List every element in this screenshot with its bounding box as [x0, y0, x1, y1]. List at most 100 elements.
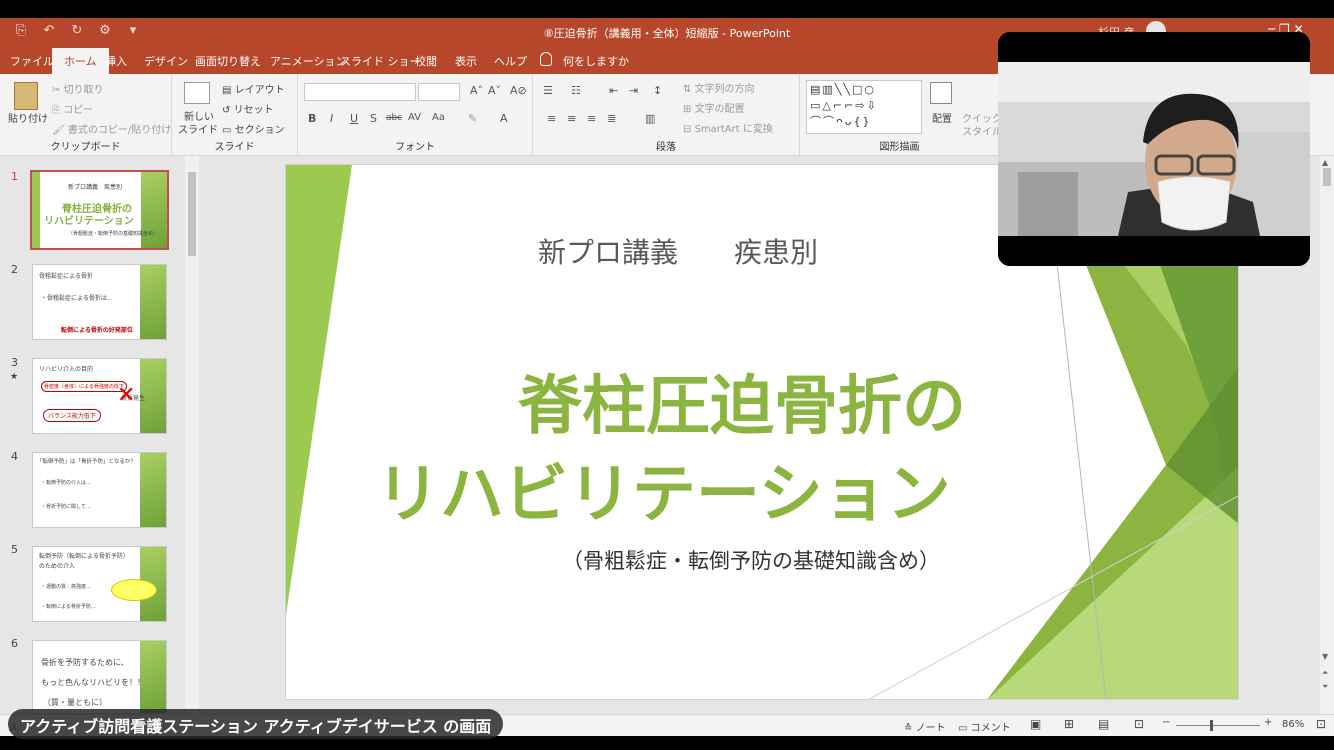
smartart-button[interactable]: ⊟ SmartArt に変換 — [683, 120, 773, 135]
screen-top-border — [0, 0, 1334, 18]
line-spacing-icon[interactable]: ↕ — [653, 84, 662, 97]
thumb-text: 新プロ講義 疾患別 — [68, 184, 123, 191]
char-spacing-button[interactable]: AV — [408, 112, 421, 123]
zoom-slider[interactable] — [1176, 725, 1260, 726]
font-color-button[interactable]: A — [500, 112, 508, 125]
bullets-icon[interactable]: ☰ — [543, 84, 553, 97]
thumb-title: リハビリテーション — [44, 216, 134, 227]
thumb-text: 骨折を予防するために、 — [41, 658, 129, 667]
fit-to-window-icon[interactable]: ⊡ — [1316, 717, 1326, 731]
thumb-text: 転倒予防（転倒による骨折予防） — [39, 553, 129, 560]
drawing-group: ▤▥╲╲□○ ▭△⌐⌐⇨⇩ ⌒⌒ᴖᴗ{} 配置 クイック スタイル 図形描画 — [800, 74, 1002, 156]
font-size-dropdown[interactable] — [418, 83, 460, 101]
slide-thumbnail-2[interactable]: 骨粗鬆症による骨折 ・骨粗鬆症による骨折は… 転倒による骨折の好発部位 — [32, 264, 167, 340]
strikethrough-button[interactable]: abc — [386, 113, 402, 123]
thumb-number: 6 — [11, 637, 18, 650]
tab-help[interactable]: ヘルプ — [494, 53, 527, 69]
thumb-number: 5 — [11, 543, 18, 556]
shapes-gallery[interactable]: ▤▥╲╲□○ ▭△⌐⌐⇨⇩ ⌒⌒ᴖᴗ{} — [806, 80, 922, 134]
format-painter-label: 書式のコピー/貼り付け — [67, 125, 172, 136]
scroll-down-icon[interactable]: ▼ — [1322, 652, 1328, 661]
tab-design[interactable]: デザイン — [144, 53, 188, 69]
section-button[interactable]: ▭ セクション — [222, 121, 285, 136]
slide-title-line1[interactable]: 脊柱圧迫骨折の — [518, 355, 966, 447]
align-right-icon[interactable]: ≡ — [587, 112, 596, 125]
thumb-text: 転倒による骨折の好発部位 — [61, 327, 133, 334]
next-slide-icon[interactable]: ⏷ — [1322, 682, 1328, 692]
slide-scroll-thumb[interactable] — [1323, 168, 1331, 186]
paste-button[interactable]: 貼り付け — [8, 110, 48, 125]
arrange-icon[interactable] — [930, 82, 952, 104]
new-slide-label-2[interactable]: スライド — [178, 121, 218, 136]
thumb-number: 1 — [11, 170, 18, 183]
columns-icon[interactable]: ▥ — [645, 112, 655, 125]
slide-subtitle-top[interactable]: 新プロ講義 疾患別 — [538, 231, 818, 271]
font-group: A˄ A˅ A⊘ B I U S abc AV Aa ✎ A フォント — [298, 74, 533, 156]
format-painter-button[interactable]: 🖌 書式のコピー/貼り付け — [52, 121, 171, 136]
thumbnail-scroll-thumb[interactable] — [188, 172, 196, 256]
text-direction-button[interactable]: ⇅ 文字列の方向 — [683, 80, 755, 95]
tab-view[interactable]: 表示 — [455, 53, 477, 69]
screen-share-banner: アクティブ訪問看護ステーション アクティブデイサービス の画面 — [8, 709, 504, 739]
slideshow-view-icon[interactable]: ⊡ — [1134, 717, 1144, 731]
shadow-button[interactable]: S — [370, 112, 377, 125]
tab-home[interactable]: ホーム — [52, 48, 109, 74]
drawing-group-label: 図形描画 — [879, 142, 920, 153]
tab-slideshow[interactable]: スライド ショー — [340, 53, 421, 69]
bold-button[interactable]: B — [308, 112, 316, 125]
italic-button[interactable]: I — [330, 112, 333, 125]
decrease-indent-icon[interactable]: ⇤ — [609, 84, 618, 97]
underline-button[interactable]: U — [350, 112, 358, 125]
quick-styles-label-2[interactable]: スタイル — [962, 123, 1002, 138]
slide-thumbnail-4[interactable]: 「転倒予防」は「骨折予防」となるか？ ・転倒予防の介入は… ・骨折予防に関して… — [32, 452, 167, 528]
normal-view-icon[interactable]: ▣ — [1030, 717, 1041, 731]
align-left-icon[interactable]: ≡ — [547, 112, 556, 125]
tell-me-search[interactable]: 何をしますか — [563, 53, 629, 69]
increase-indent-icon[interactable]: ⇥ — [629, 84, 638, 97]
slide-title-line2[interactable]: リハビリテーション — [376, 443, 951, 535]
clear-format-icon[interactable]: A⊘ — [510, 84, 527, 97]
numbering-icon[interactable]: ☷ — [571, 84, 581, 97]
cut-button[interactable]: ✂ 切り取り — [52, 81, 104, 96]
tab-file[interactable]: ファイル — [10, 53, 54, 69]
reading-view-icon[interactable]: ▤ — [1098, 717, 1109, 731]
font-family-dropdown[interactable] — [304, 83, 416, 101]
decrease-font-icon[interactable]: A˅ — [488, 84, 501, 97]
new-slide-icon[interactable] — [184, 82, 210, 104]
align-text-button[interactable]: ⊞ 文字の配置 — [683, 100, 745, 115]
paste-icon[interactable] — [14, 82, 38, 110]
tab-animations[interactable]: アニメーション — [270, 53, 347, 69]
highlight-icon[interactable]: ✎ — [468, 112, 477, 125]
arrange-button[interactable]: 配置 — [932, 110, 952, 125]
notes-button[interactable]: ≙ ノート — [904, 719, 946, 734]
slide-thumbnails-pane: 1 新プロ講義 疾患別 脊柱圧迫骨折の リハビリテーション （骨粗鬆症・転倒予防… — [0, 156, 200, 714]
slide-thumbnail-3[interactable]: リハビリ介入の目的 骨密度（身体）による骨強度の低下 バランス能力低下 骨折発生… — [32, 358, 167, 434]
zoom-level[interactable]: 86% — [1282, 719, 1304, 730]
zoom-in-button[interactable]: + — [1264, 717, 1272, 728]
slide-subtitle-bottom[interactable]: （骨粗鬆症・転倒予防の基礎知識含め） — [562, 545, 940, 575]
increase-font-icon[interactable]: A˄ — [470, 84, 483, 97]
slide-thumbnail-5[interactable]: 転倒予防（転倒による骨折予防） のための介入 ・運動の質：高強度… ・転倒による… — [32, 546, 167, 622]
change-case-button[interactable]: Aa — [432, 112, 445, 123]
reset-button[interactable]: ↺ リセット — [222, 101, 274, 116]
layout-label: レイアウト — [234, 85, 285, 96]
webcam-video[interactable] — [998, 32, 1310, 266]
tab-insert[interactable]: 挿入 — [105, 53, 127, 69]
slide-thumbnail-6[interactable]: 骨折を予防するために、 もっと色んなリハビリを！！ （質・量ともに） — [32, 640, 167, 714]
justify-icon[interactable]: ≣ — [607, 112, 616, 125]
prev-slide-icon[interactable]: ⏶ — [1322, 668, 1328, 678]
slide-sorter-icon[interactable]: ⊞ — [1064, 717, 1074, 731]
layout-button[interactable]: ▤ レイアウト — [222, 81, 285, 96]
zoom-out-button[interactable]: − — [1162, 717, 1170, 728]
slide-scrollbar[interactable]: ▲ ▼ ⏶ ⏷ — [1320, 156, 1334, 714]
comments-button[interactable]: ▭ コメント — [958, 719, 1011, 734]
scroll-up-icon[interactable]: ▲ — [1322, 158, 1328, 167]
slide-thumbnail-1[interactable]: 新プロ講義 疾患別 脊柱圧迫骨折の リハビリテーション （骨粗鬆症・転倒予防の基… — [30, 170, 169, 250]
tab-review[interactable]: 校閲 — [415, 53, 437, 69]
align-center-icon[interactable]: ≡ — [567, 112, 576, 125]
copy-button[interactable]: ⎘ コピー — [52, 101, 93, 116]
tab-transitions[interactable]: 画面切り替え — [195, 53, 261, 69]
zoom-slider-knob[interactable] — [1210, 720, 1213, 731]
thumb-text: 骨粗鬆症による骨折 — [39, 273, 93, 280]
thumbnail-scrollbar[interactable] — [185, 156, 199, 714]
